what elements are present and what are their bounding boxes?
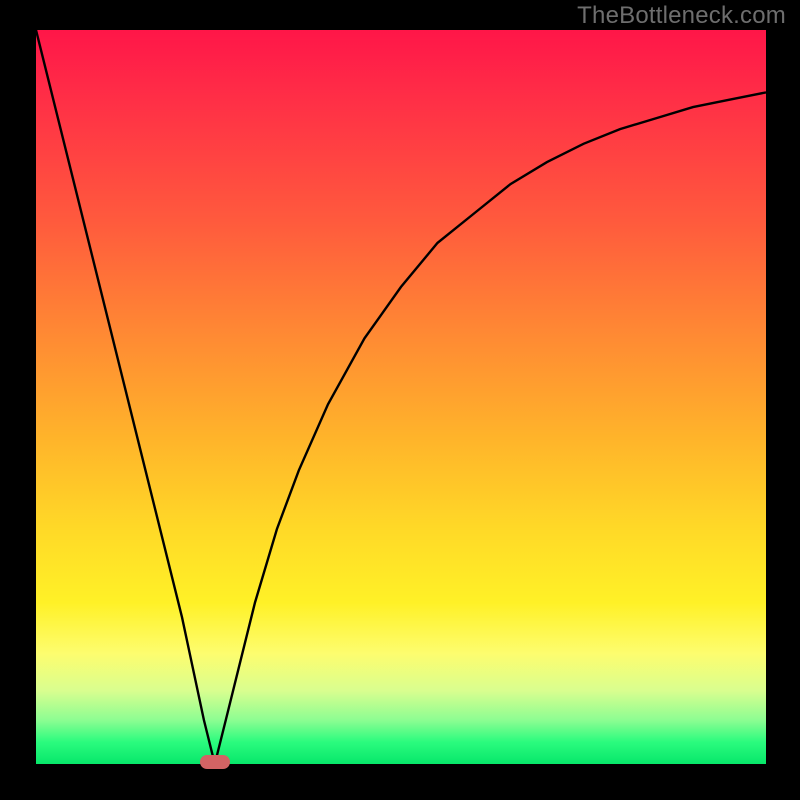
watermark-text: TheBottleneck.com: [577, 2, 786, 30]
curve-svg: [36, 30, 766, 764]
minimum-marker: [200, 755, 230, 769]
chart-frame: TheBottleneck.com: [0, 0, 800, 800]
plot-area: [36, 30, 766, 764]
curve-path: [36, 30, 766, 764]
